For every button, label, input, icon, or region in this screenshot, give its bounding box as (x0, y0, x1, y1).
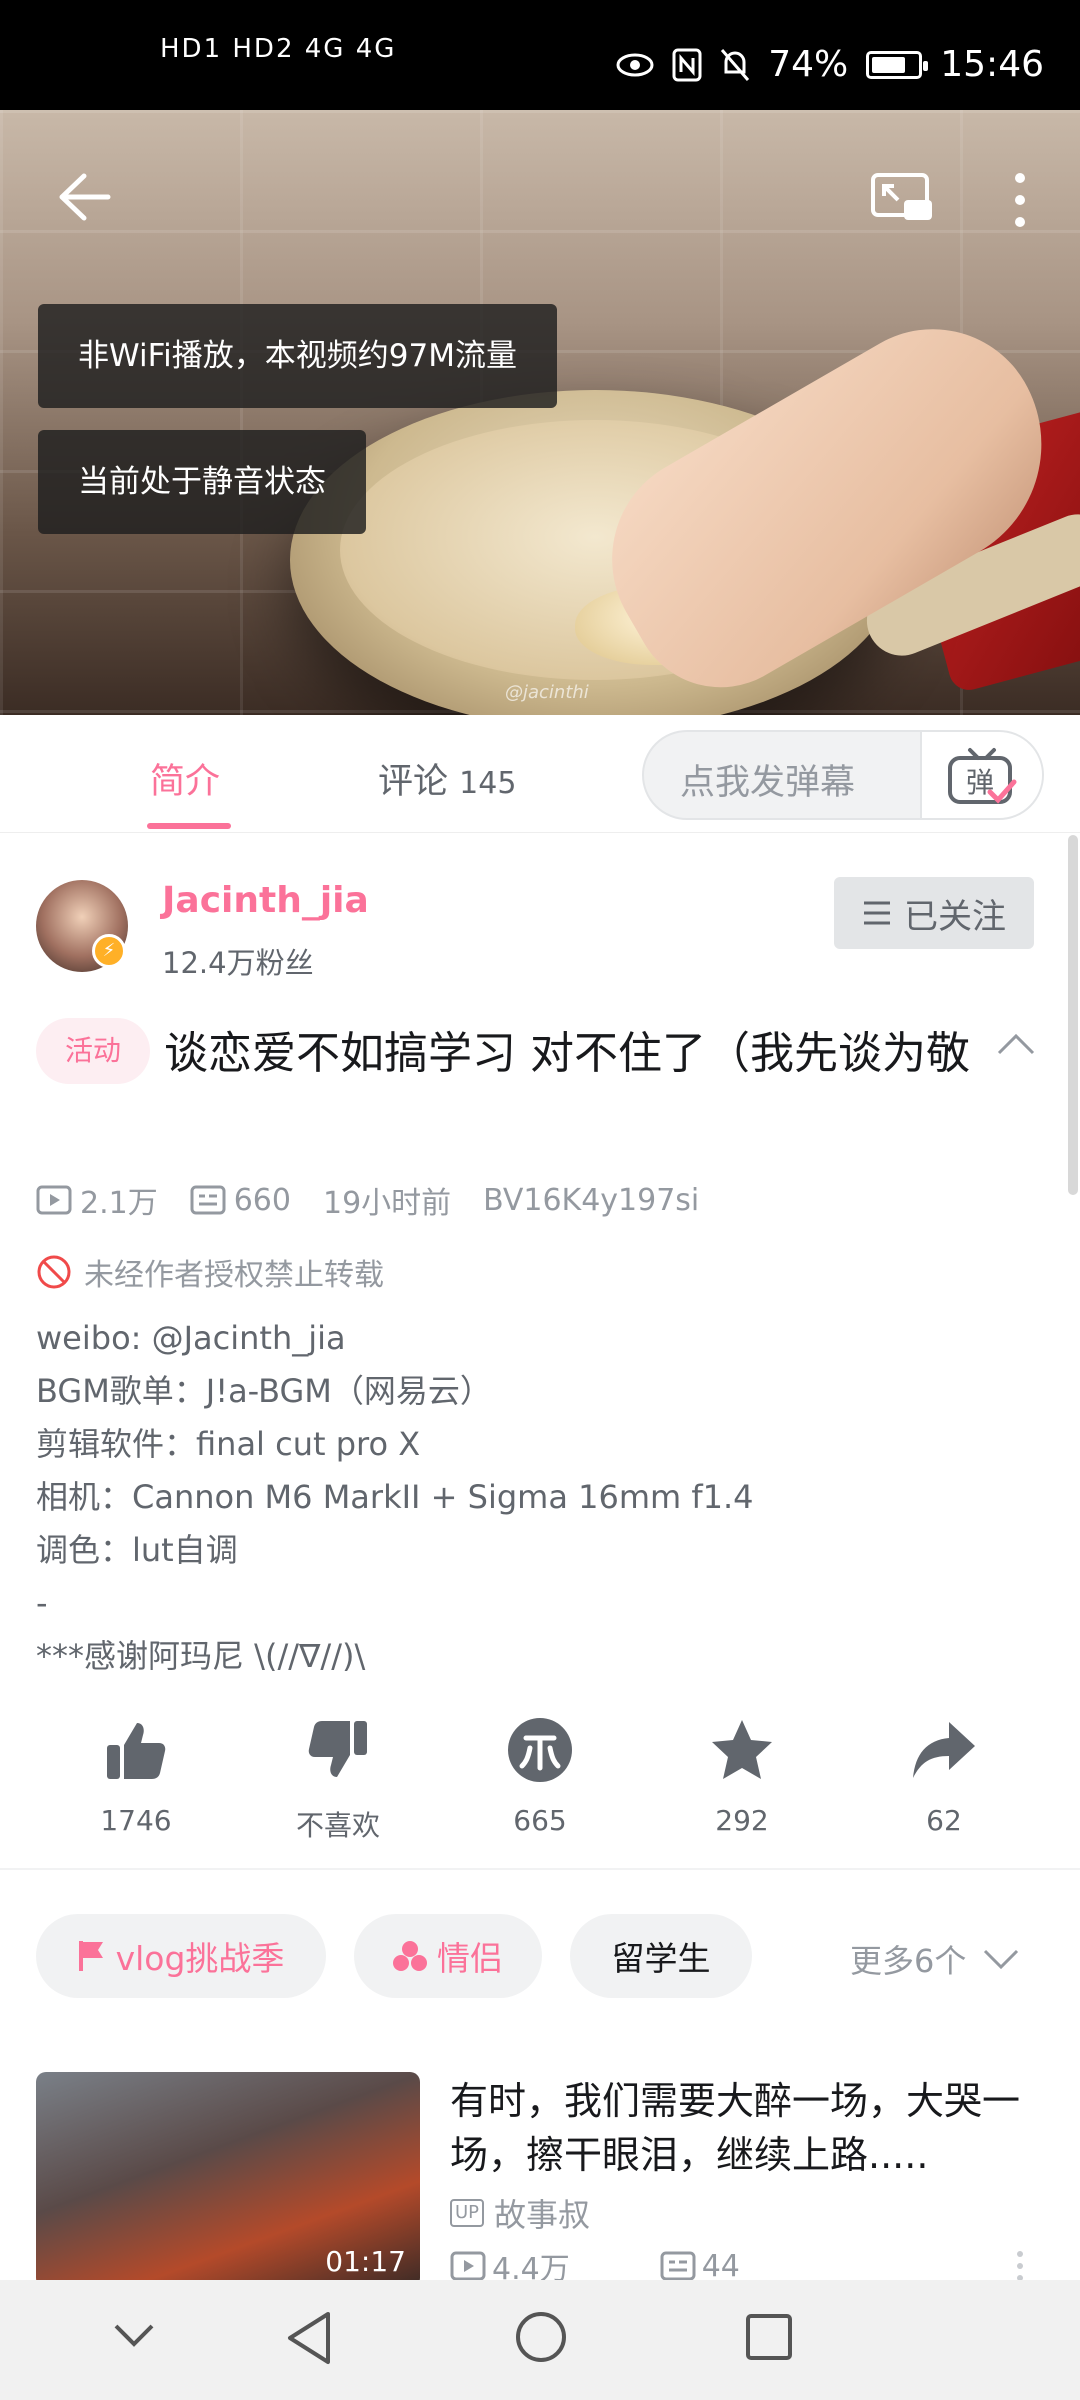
home-circle-icon[interactable] (514, 2310, 568, 2364)
picture-in-picture-icon[interactable] (870, 172, 934, 224)
like-button[interactable]: 1746 (56, 1710, 216, 1837)
description-line: - (36, 1584, 48, 1622)
circles-icon (393, 1941, 427, 1971)
dislike-button[interactable]: 不喜欢 (258, 1710, 418, 1844)
action-bar: 1746 不喜欢 665 292 62 (0, 1710, 1080, 1850)
thumbs-up-icon (107, 1723, 166, 1779)
eye-icon (616, 53, 654, 76)
tag-vlog-challenge[interactable]: vlog挑战季 (36, 1914, 326, 1998)
coin-icon (508, 1718, 572, 1782)
video-watermark: @jacinthi (505, 682, 589, 703)
follow-button[interactable]: 已关注 (834, 877, 1034, 949)
chevron-down-icon (984, 1949, 1019, 1970)
tab-comments-count: 145 (459, 766, 517, 801)
danmaku-count: 660 (233, 1182, 291, 1218)
mute-bell-icon (721, 48, 750, 81)
detail-tabs: 简介 评论 145 点我发弹幕 弹 (0, 715, 1080, 833)
follow-label: 已关注 (904, 896, 1006, 937)
favorite-button[interactable]: 292 (662, 1710, 822, 1837)
danmaku-input[interactable]: 点我发弹幕 弹 (642, 730, 1044, 820)
thumbs-down-icon (308, 1721, 367, 1777)
description-line: BGM歌单：J!a-BGM（网易云） (36, 1372, 492, 1410)
flag-icon (78, 1941, 103, 1971)
battery-icon (866, 50, 929, 79)
posted-time: 19小时前 (322, 1186, 452, 1221)
tag-label: 情侣 (437, 1939, 503, 1978)
danmaku-count-icon (660, 2251, 696, 2281)
recommended-uploader[interactable]: UP 故事叔 (450, 2190, 590, 2236)
danmaku-count-icon (190, 1185, 226, 1215)
more-vertical-icon[interactable] (1008, 170, 1032, 230)
hide-keyboard-chevron-icon[interactable] (112, 2322, 156, 2348)
data-usage-toast: 非WiFi播放，本视频约97M流量 (38, 304, 557, 408)
description-line: weibo: @Jacinth_jia (36, 1319, 346, 1357)
tag-label: vlog挑战季 (115, 1939, 285, 1978)
recommended-title[interactable]: 有时，我们需要大醉一场，大哭一场，擦干眼泪，继续上路..... (450, 2074, 1050, 2182)
danmaku-toggle-button[interactable]: 弹 (920, 732, 1042, 818)
prohibited-icon (37, 1255, 71, 1289)
divider (0, 1868, 1080, 1870)
network-indicators: HD1 HD2 4G 4G (160, 34, 397, 64)
copyright-text: 未经作者授权禁止转载 (84, 1258, 384, 1293)
mute-toast: 当前处于静音状态 (38, 430, 366, 534)
verified-badge-icon: ⚡ (92, 934, 126, 968)
tag-label: 留学生 (611, 1939, 711, 1978)
menu-lines-icon (864, 901, 890, 925)
copyright-notice: 未经作者授权禁止转载 (36, 1250, 384, 1294)
danmaku-placeholder: 点我发弹幕 (680, 763, 856, 803)
tag-couple[interactable]: 情侣 (354, 1914, 542, 1998)
description-line: ***感谢阿玛尼 \(//∇//)\ (36, 1637, 366, 1675)
video-description: weibo: @Jacinth_jia BGM歌单：J!a-BGM（网易云） 剪… (36, 1312, 754, 1683)
danmaku-tv-icon: 弹 (948, 748, 1017, 804)
status-bar: HD1 HD2 4G 4G 74% 15:46 (0, 0, 1080, 110)
star-icon (712, 1720, 772, 1779)
view-count: 2.1万 (80, 1186, 158, 1221)
clock: 15:46 (940, 44, 1044, 85)
like-count: 1746 (100, 1804, 172, 1837)
favorite-count: 292 (715, 1804, 769, 1837)
recommended-danmaku: 44 (701, 2248, 740, 2284)
tag-overseas-student[interactable]: 留学生 (570, 1914, 752, 1998)
up-badge: UP (450, 2199, 485, 2227)
video-duration: 01:17 (325, 2245, 406, 2278)
video-stats: 2.1万 660 19小时前 BV16K4y197si (36, 1178, 731, 1222)
uploader-name[interactable]: Jacinth_jia (162, 880, 369, 921)
recents-square-icon[interactable] (744, 2312, 794, 2362)
share-arrow-icon (913, 1722, 975, 1778)
battery-percent: 74% (768, 44, 849, 85)
more-tags-button[interactable]: 更多6个 (850, 1936, 1020, 1982)
tab-comments-label: 评论 (378, 762, 449, 802)
description-line: 调色：lut自调 (36, 1531, 238, 1569)
chevron-up-icon[interactable] (996, 1032, 1036, 1056)
fan-count: 12.4万粉丝 (162, 946, 314, 980)
more-tags-label: 更多6个 (850, 1942, 967, 1980)
nfc-icon (672, 48, 702, 81)
tab-intro[interactable]: 简介 (150, 753, 220, 804)
play-count-icon (450, 2251, 486, 2281)
share-button[interactable]: 62 (864, 1710, 1024, 1837)
back-triangle-icon[interactable] (284, 2310, 334, 2366)
system-nav-bar (0, 2280, 1080, 2400)
bv-id: BV16K4y197si (483, 1182, 700, 1218)
tab-comments[interactable]: 评论 145 (378, 753, 516, 804)
coin-button[interactable]: 665 (460, 1710, 620, 1837)
dislike-label: 不喜欢 (295, 1809, 380, 1842)
description-line: 相机：Cannon M6 MarkII + Sigma 16mm f1.4 (36, 1478, 754, 1516)
description-line: 剪辑软件：final cut pro X (36, 1425, 421, 1463)
coin-count: 665 (513, 1804, 567, 1837)
tab-indicator (147, 823, 231, 829)
scrollbar[interactable] (1068, 835, 1078, 1195)
play-count-icon (36, 1185, 72, 1215)
recommended-uploader-name: 故事叔 (494, 2196, 591, 2234)
video-player[interactable]: @jacinthi 非WiFi播放，本视频约97M流量 当前处于静音状态 (0, 110, 1080, 715)
back-arrow-icon[interactable] (56, 172, 112, 222)
video-title: 谈恋爱不如搞学习 对不住了（我先谈为敬 (164, 1028, 970, 1079)
recommended-thumbnail[interactable]: 01:17 (36, 2072, 420, 2288)
share-count: 62 (926, 1804, 962, 1837)
